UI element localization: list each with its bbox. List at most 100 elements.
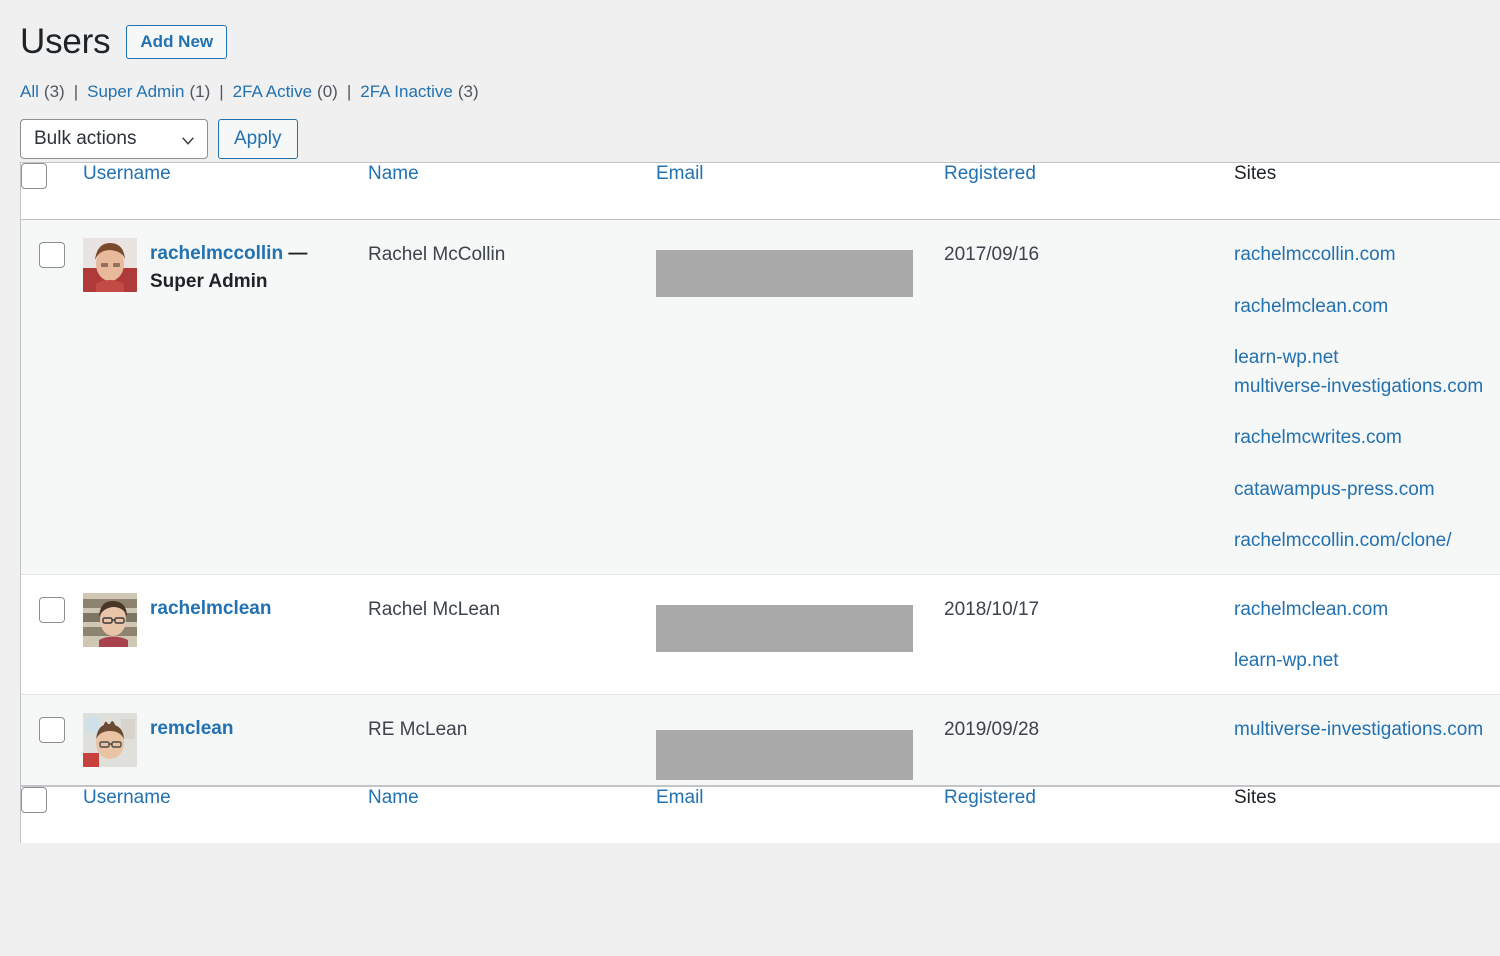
filter-count-all: (3)	[44, 82, 65, 101]
select-all-checkbox-top[interactable]	[21, 163, 47, 189]
avatar	[83, 238, 137, 292]
filter-separator-2: |	[219, 82, 223, 102]
username-block: remclean	[150, 713, 233, 743]
site-link[interactable]: multiverse-investigations.com	[1234, 716, 1491, 745]
column-footer-registered: Registered	[944, 786, 1234, 843]
site-link[interactable]: rachelmclean.com	[1234, 596, 1491, 625]
filter-links: All(3) | Super Admin(1) | 2FA Active(0) …	[0, 64, 1500, 102]
filter-separator-1: |	[74, 82, 78, 102]
email-redaction-overlay	[656, 250, 913, 297]
filter-separator-3: |	[347, 82, 351, 102]
column-footer-username: Username	[83, 786, 368, 843]
table-footer-row: Username Name Email Registered Sites	[21, 786, 1500, 843]
row-checkbox[interactable]	[39, 717, 65, 743]
user-link[interactable]: rachelmclean	[150, 598, 271, 619]
column-footer-name: Name	[368, 786, 656, 843]
site-link[interactable]: multiverse-investigations.com	[1234, 373, 1491, 402]
table-header: Username Name Email Registered Sites	[21, 163, 1500, 220]
filter-count-2fa-active: (0)	[317, 82, 338, 101]
email-redaction-overlay	[656, 730, 913, 780]
select-all-header	[21, 163, 83, 220]
filter-count-super-admin: (1)	[189, 82, 210, 101]
column-header-username: Username	[83, 163, 368, 220]
column-footer-sites: Sites	[1234, 786, 1500, 843]
email-cell	[656, 695, 944, 786]
username-cell: rachelmccollin — Super Admin	[83, 220, 368, 575]
row-select-cell	[21, 695, 83, 786]
user-link[interactable]: remclean	[150, 718, 233, 739]
filter-link-2fa-active[interactable]: 2FA Active	[233, 82, 312, 101]
column-header-name: Name	[368, 163, 656, 220]
site-link[interactable]: catawampus-press.com	[1234, 476, 1491, 505]
row-select-cell	[21, 575, 83, 695]
column-header-registered: Registered	[944, 163, 1234, 220]
name-text: RE McLean	[368, 713, 646, 744]
sort-link-username[interactable]: Username	[83, 163, 171, 184]
table-navigation-top: Bulk actions Apply	[0, 102, 1500, 162]
table-footer: Username Name Email Registered Sites	[21, 786, 1500, 843]
email-redaction-overlay	[656, 605, 913, 652]
username-cell: rachelmclean	[83, 575, 368, 695]
sites-list: rachelmclean.com learn-wp.net	[1234, 593, 1491, 676]
site-link[interactable]: learn-wp.net	[1234, 647, 1491, 676]
bulk-actions-select[interactable]: Bulk actions	[20, 119, 208, 159]
sort-link-registered-footer[interactable]: Registered	[944, 787, 1036, 808]
row-checkbox[interactable]	[39, 242, 65, 268]
name-text: Rachel McCollin	[368, 238, 646, 269]
sites-list: rachelmccollin.com rachelmclean.com lear…	[1234, 238, 1491, 556]
sort-link-name-footer[interactable]: Name	[368, 787, 419, 808]
sites-cell: multiverse-investigations.com	[1234, 695, 1500, 786]
select-all-checkbox-bottom[interactable]	[21, 787, 47, 813]
sort-link-name[interactable]: Name	[368, 163, 419, 184]
sort-link-email-footer[interactable]: Email	[656, 787, 704, 808]
sites-list: multiverse-investigations.com	[1234, 713, 1491, 745]
filter-item-super-admin: Super Admin (1)	[87, 82, 210, 102]
filter-link-2fa-inactive[interactable]: 2FA Inactive	[360, 82, 453, 101]
registered-cell: 2019/09/28	[944, 695, 1234, 786]
avatar	[83, 593, 137, 647]
email-cell	[656, 220, 944, 575]
table-body: rachelmccollin — Super Admin Rachel McCo…	[21, 220, 1500, 786]
column-header-sites: Sites	[1234, 163, 1500, 220]
username-cell: remclean	[83, 695, 368, 786]
avatar	[83, 713, 137, 767]
page-header: Users Add New	[0, 0, 1500, 64]
sites-cell: rachelmclean.com learn-wp.net	[1234, 575, 1500, 695]
sort-link-email[interactable]: Email	[656, 163, 704, 184]
filter-item-all: All (3)	[20, 82, 65, 102]
username-block: rachelmclean	[150, 593, 271, 623]
row-checkbox[interactable]	[39, 597, 65, 623]
username-block: rachelmccollin — Super Admin	[150, 238, 358, 295]
name-cell: RE McLean	[368, 695, 656, 786]
page-title: Users	[20, 21, 110, 63]
sort-link-username-footer[interactable]: Username	[83, 787, 171, 808]
table-header-row: Username Name Email Registered Sites	[21, 163, 1500, 220]
email-cell	[656, 575, 944, 695]
site-link[interactable]: rachelmclean.com	[1234, 293, 1491, 322]
registered-date: 2017/09/16	[944, 238, 1224, 269]
site-link[interactable]: rachelmccollin.com	[1234, 241, 1491, 270]
filter-item-2fa-inactive: 2FA Inactive(3)	[360, 82, 478, 102]
registered-cell: 2017/09/16	[944, 220, 1234, 575]
apply-button[interactable]: Apply	[218, 119, 298, 159]
filter-link-super-admin[interactable]: Super Admin	[87, 82, 184, 101]
chevron-down-icon	[181, 132, 195, 146]
filter-item-2fa-active: 2FA Active (0)	[233, 82, 338, 102]
add-new-button[interactable]: Add New	[126, 25, 227, 59]
bulk-actions-value: Bulk actions	[34, 128, 136, 150]
user-link[interactable]: rachelmccollin	[150, 243, 283, 264]
registered-date: 2018/10/17	[944, 593, 1224, 624]
site-link[interactable]: rachelmcwrites.com	[1234, 424, 1491, 453]
users-table: Username Name Email Registered Sites	[20, 162, 1500, 843]
registered-date: 2019/09/28	[944, 713, 1224, 744]
site-link[interactable]: rachelmccollin.com/clone/	[1234, 527, 1491, 556]
select-all-footer	[21, 786, 83, 843]
name-cell: Rachel McLean	[368, 575, 656, 695]
filter-link-all[interactable]: All	[20, 82, 39, 101]
sort-link-registered[interactable]: Registered	[944, 163, 1036, 184]
users-admin-page: Users Add New All(3) | Super Admin(1) | …	[0, 0, 1500, 956]
site-link[interactable]: learn-wp.net	[1234, 344, 1491, 373]
column-header-email: Email	[656, 163, 944, 220]
column-footer-email: Email	[656, 786, 944, 843]
table-row: remclean RE McLean 2019/09/28	[21, 695, 1500, 786]
